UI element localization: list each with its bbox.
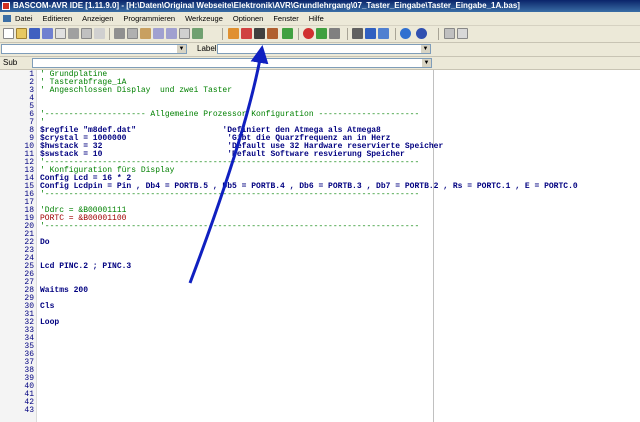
blue-arrow-annotation [188, 45, 269, 284]
arrow-path [188, 45, 269, 284]
